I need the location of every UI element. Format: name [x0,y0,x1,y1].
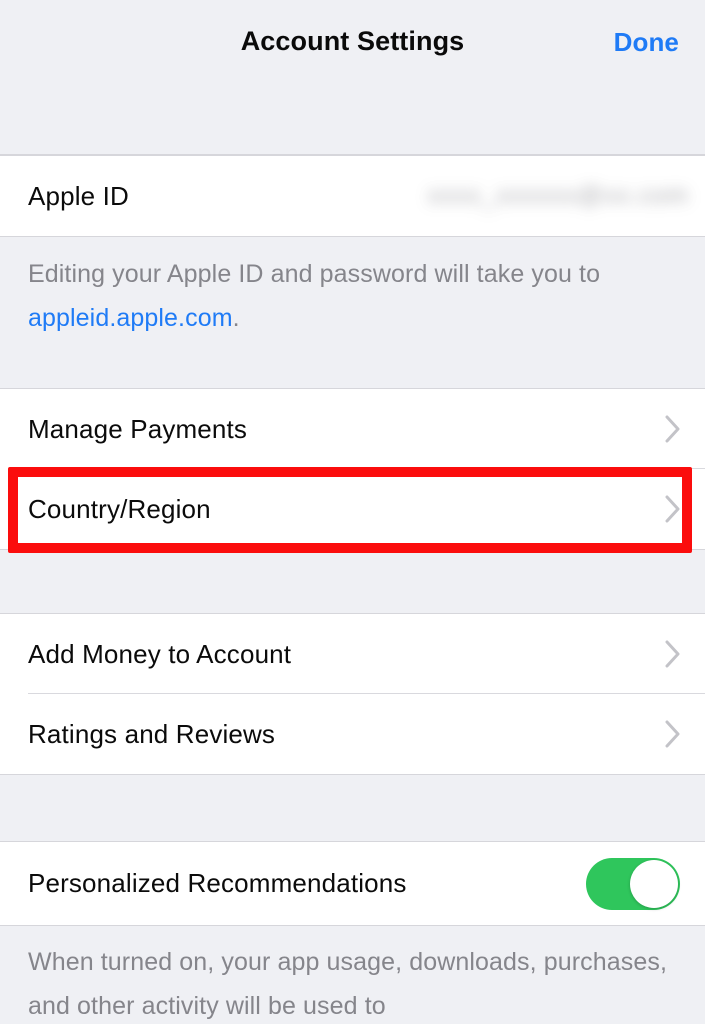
navigation-bar: Account Settings Done [0,0,705,155]
chevron-right-icon [665,415,681,443]
page-title: Account Settings [240,26,465,56]
recommendations-group: Personalized Recommendations [0,841,705,926]
add-money-label: Add Money to Account [28,638,292,669]
apple-id-value-redacted: xxxx_xxxxxx@xx.com [427,181,689,210]
chevron-right-icon [665,495,681,523]
toggle-knob [630,859,678,908]
personalized-recommendations-toggle[interactable] [586,857,680,910]
country-region-row[interactable]: Country/Region [0,469,705,549]
country-region-label: Country/Region [28,493,211,524]
personalized-recommendations-label: Personalized Recommendations [28,868,407,898]
apple-id-row[interactable]: Apple ID xxxx_xxxxxx@xx.com [0,156,705,236]
chevron-right-icon [665,720,681,748]
apple-id-footer-prefix: Editing your Apple ID and password will … [28,260,601,288]
done-button[interactable]: Done [614,27,679,58]
account-settings-screen: Account Settings Done Apple ID xxxx_xxxx… [0,0,705,1024]
payments-group: Manage Payments Country/Region [0,388,705,550]
manage-payments-label: Manage Payments [28,413,248,444]
apple-id-label: Apple ID [28,180,129,211]
apple-id-footer-suffix: . [232,304,240,332]
manage-payments-row[interactable]: Manage Payments [0,389,705,469]
recommendations-footer: When turned on, your app usage, download… [28,948,668,1020]
apple-id-group: Apple ID xxxx_xxxxxx@xx.com [0,155,705,237]
ratings-reviews-label: Ratings and Reviews [28,718,276,749]
ratings-reviews-row[interactable]: Ratings and Reviews [0,694,705,774]
personalized-recommendations-row[interactable]: Personalized Recommendations [0,842,705,925]
chevron-right-icon [665,640,681,668]
add-money-row[interactable]: Add Money to Account [0,614,705,694]
apple-id-footer: Editing your Apple ID and password will … [28,252,678,340]
account-group: Add Money to Account Ratings and Reviews [0,613,705,775]
appleid-website-link[interactable]: appleid.apple.com [28,304,233,332]
